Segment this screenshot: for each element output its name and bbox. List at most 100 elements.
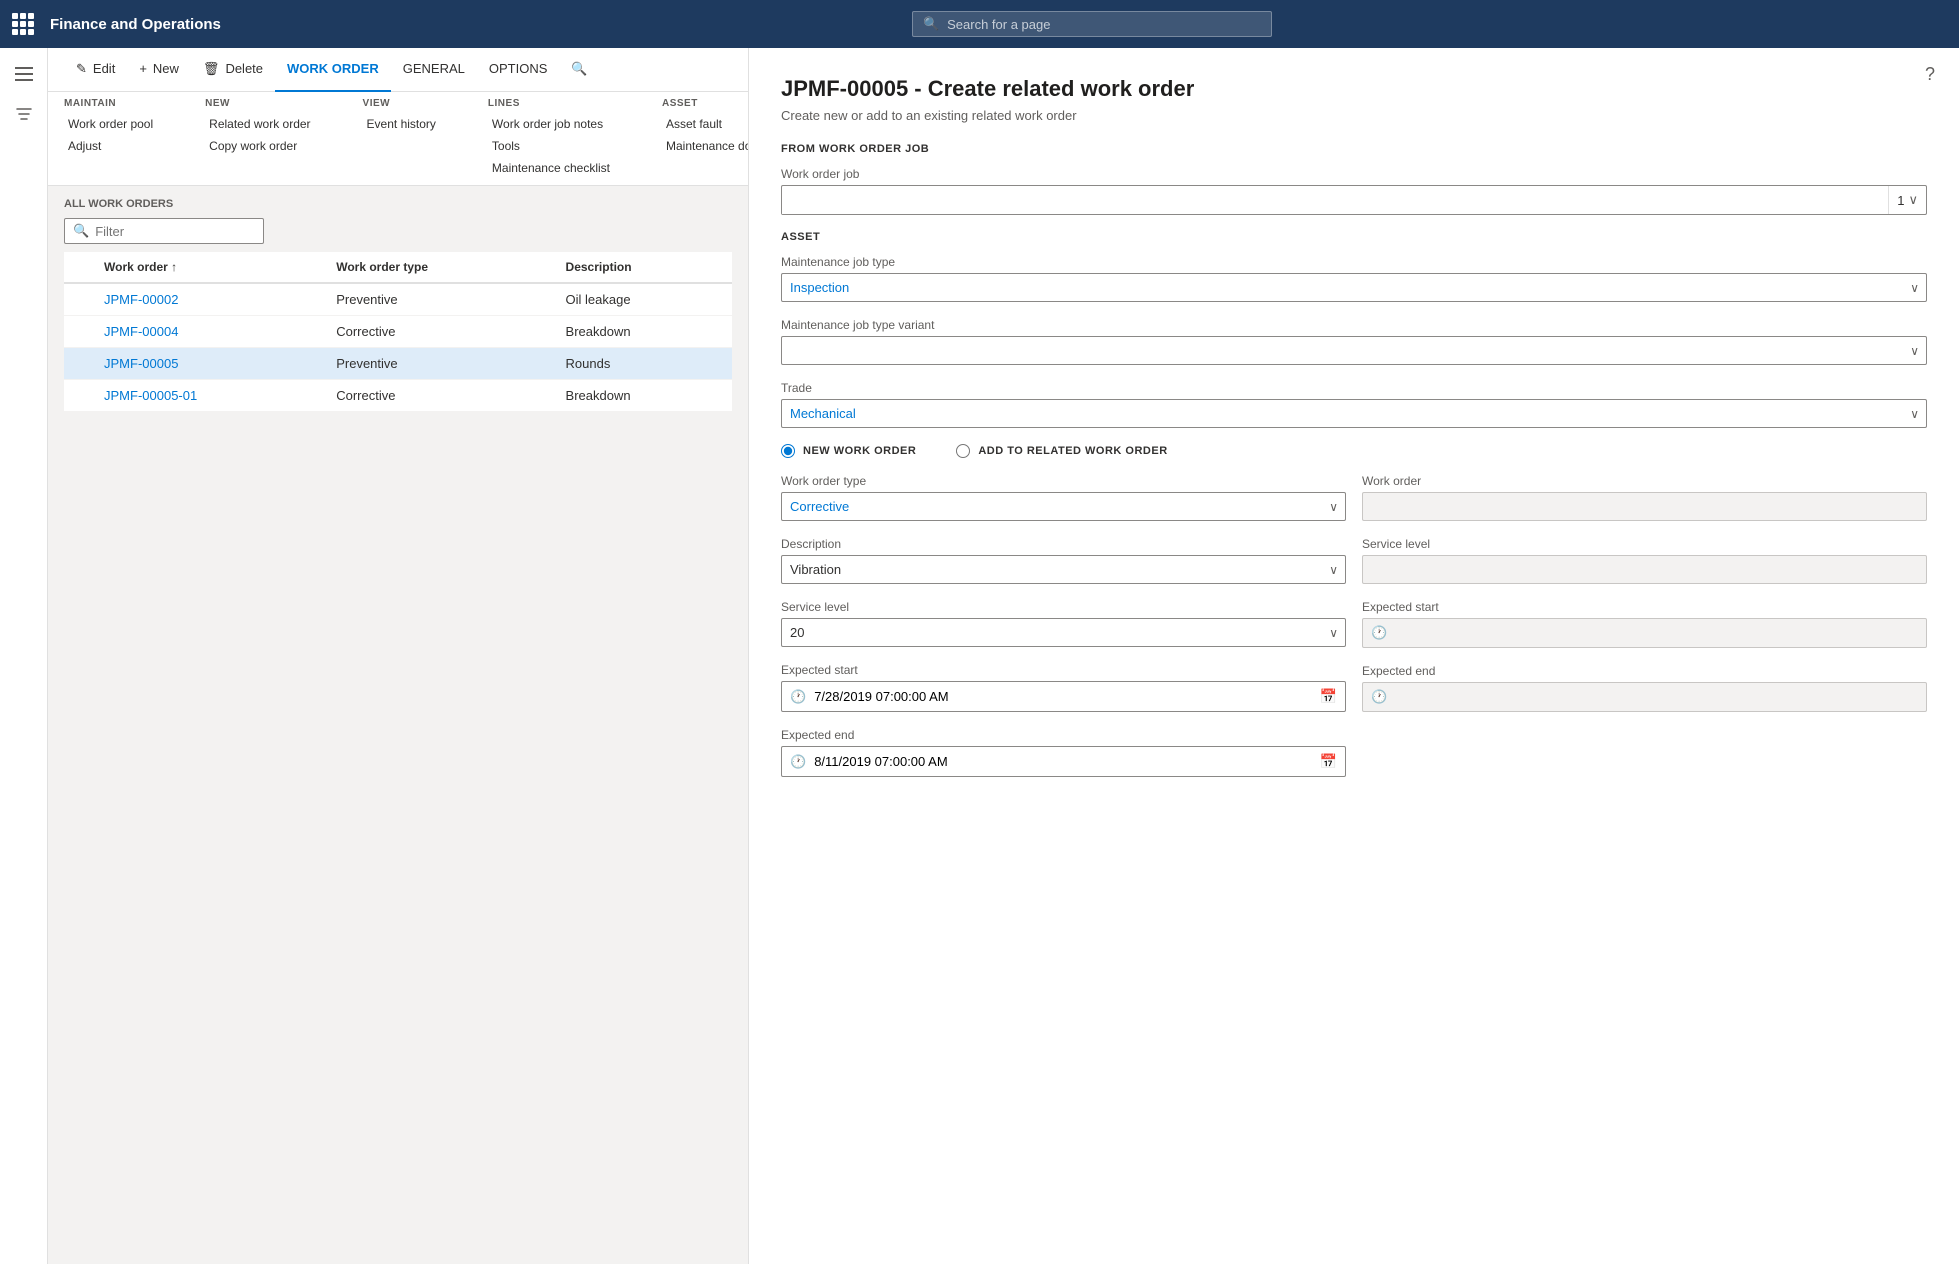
tab-options[interactable]: OPTIONS [477, 48, 560, 92]
trade-select[interactable]: Mechanical Electrical Civil [781, 399, 1927, 428]
wo-job-input-wrap[interactable]: 1 ∨ [781, 185, 1927, 215]
check-column-header [64, 252, 94, 283]
all-work-orders-label: ALL WORK ORDERS [64, 198, 732, 210]
expected-end-left-label: Expected end [781, 728, 1346, 742]
service-level-left-label: Service level [781, 600, 1346, 614]
row-id[interactable]: JPMF-00005 [94, 348, 326, 380]
wo-job-chevron-icon: ∨ [1908, 192, 1918, 208]
expected-end-right-label: Expected end [1362, 664, 1927, 678]
table-row[interactable]: JPMF-00004 Corrective Breakdown [64, 316, 732, 348]
filter-input[interactable] [95, 224, 255, 239]
tab-work-order[interactable]: WORK ORDER [275, 48, 391, 92]
row-desc: Rounds [556, 348, 732, 380]
delete-icon: 🗑 [203, 61, 220, 77]
row-id[interactable]: JPMF-00004 [94, 316, 326, 348]
wo-type-select-wrap[interactable]: Corrective Preventive Inspection ∨ [781, 492, 1346, 521]
maint-job-variant-label: Maintenance job type variant [781, 318, 1927, 332]
description-label: Description [781, 537, 1346, 551]
tools-btn[interactable]: Tools [488, 137, 614, 155]
expected-start-input[interactable] [814, 689, 1311, 704]
radio-new-wo[interactable]: NEW WORK ORDER [781, 444, 916, 458]
asset-section-label: ASSET [781, 231, 1927, 243]
row-desc: Breakdown [556, 316, 732, 348]
clock-icon-3: 🕐 [1371, 625, 1387, 641]
maint-downtime-btn[interactable]: Maintenance dow... [662, 137, 748, 155]
calendar-icon[interactable]: 📅 [1320, 688, 1337, 705]
table-row[interactable]: JPMF-00005-01 Corrective Breakdown [64, 380, 732, 412]
table-row[interactable]: JPMF-00005 Preventive Rounds [64, 348, 732, 380]
radio-new-wo-input[interactable] [781, 444, 795, 458]
radio-new-wo-label: NEW WORK ORDER [803, 445, 916, 457]
adjust-btn[interactable]: Adjust [64, 137, 157, 155]
calendar-icon-2[interactable]: 📅 [1320, 753, 1337, 770]
asset-group-label: ASSET [662, 98, 748, 109]
tab-delete[interactable]: 🗑 Delete [191, 48, 275, 92]
from-wo-section-label: FROM WORK ORDER JOB [781, 143, 1927, 155]
filter-input-wrap[interactable]: 🔍 [64, 218, 264, 244]
maint-job-type-select[interactable]: Inspection Corrective Preventive [781, 273, 1927, 302]
filter-search-icon: 🔍 [73, 223, 89, 239]
event-history-btn[interactable]: Event history [363, 115, 440, 133]
wo-right-label: Work order [1362, 474, 1927, 488]
wo-job-notes-btn[interactable]: Work order job notes [488, 115, 614, 133]
row-desc: Oil leakage [556, 283, 732, 316]
clock-icon-2: 🕐 [790, 754, 806, 770]
wo-job-input[interactable] [782, 187, 1888, 214]
tab-search[interactable]: 🔍 [559, 48, 599, 92]
wo-job-label: Work order job [781, 167, 1927, 181]
copy-work-order-btn[interactable]: Copy work order [205, 137, 314, 155]
description-column-header[interactable]: Description [556, 252, 732, 283]
service-level-right-label: Service level [1362, 537, 1927, 551]
filter-icon[interactable] [6, 96, 42, 132]
work-order-type-column-header[interactable]: Work order type [326, 252, 555, 283]
tab-edit[interactable]: ✎ Edit [64, 48, 127, 92]
tab-new[interactable]: + New [127, 48, 191, 92]
radio-add-to-related[interactable]: ADD TO RELATED WORK ORDER [956, 444, 1167, 458]
trade-select-wrap[interactable]: Mechanical Electrical Civil ∨ [781, 399, 1927, 428]
edit-icon: ✎ [76, 61, 87, 77]
grid-icon[interactable] [12, 13, 34, 35]
row-id[interactable]: JPMF-00002 [94, 283, 326, 316]
related-work-order-btn[interactable]: Related work order [205, 115, 314, 133]
dialog-title: JPMF-00005 - Create related work order [781, 76, 1927, 102]
expected-end-right-wrap: 🕐 [1362, 682, 1927, 712]
row-id[interactable]: JPMF-00005-01 [94, 380, 326, 412]
table-row[interactable]: JPMF-00002 Preventive Oil leakage [64, 283, 732, 316]
expected-end-right-input [1395, 690, 1918, 705]
expected-start-left-label: Expected start [781, 663, 1346, 677]
row-check [64, 380, 94, 412]
clock-icon: 🕐 [790, 689, 806, 705]
work-order-column-header[interactable]: Work order ↑ [94, 252, 326, 283]
asset-fault-btn[interactable]: Asset fault [662, 115, 748, 133]
work-order-pool-btn[interactable]: Work order pool [64, 115, 157, 133]
wo-type-select[interactable]: Corrective Preventive Inspection [781, 492, 1346, 521]
service-level-select-wrap[interactable]: 20 10 30 ∨ [781, 618, 1346, 647]
maint-job-variant-select-wrap[interactable]: ∨ [781, 336, 1927, 365]
expected-start-right-input [1395, 626, 1918, 641]
row-desc: Breakdown [556, 380, 732, 412]
dialog-subtitle: Create new or add to an existing related… [781, 108, 1927, 123]
expected-end-input[interactable] [814, 754, 1311, 769]
row-check [64, 283, 94, 316]
search-placeholder: Search for a page [947, 17, 1050, 32]
wo-job-number: 1 ∨ [1888, 186, 1926, 214]
expected-start-input-wrap[interactable]: 🕐 📅 [781, 681, 1346, 712]
maint-checklist-btn[interactable]: Maintenance checklist [488, 159, 614, 177]
radio-add-to-related-input[interactable] [956, 444, 970, 458]
expected-start-right-wrap: 🕐 [1362, 618, 1927, 648]
service-level-select[interactable]: 20 10 30 [781, 618, 1346, 647]
maint-job-variant-select[interactable] [781, 336, 1927, 365]
search-bar[interactable]: 🔍 Search for a page [912, 11, 1272, 37]
help-icon[interactable]: ? [1925, 64, 1935, 85]
tab-general[interactable]: GENERAL [391, 48, 477, 92]
new-group-label: NEW [205, 98, 314, 109]
service-level-right-input [1362, 555, 1927, 584]
new-icon: + [139, 61, 147, 76]
hamburger-icon[interactable] [6, 56, 42, 92]
wo-type-label: Work order type [781, 474, 1346, 488]
description-select[interactable]: Vibration Breakdown Oil leakage [781, 555, 1346, 584]
maint-job-type-select-wrap[interactable]: Inspection Corrective Preventive ∨ [781, 273, 1927, 302]
expected-end-input-wrap[interactable]: 🕐 📅 [781, 746, 1346, 777]
description-select-wrap[interactable]: Vibration Breakdown Oil leakage ∨ [781, 555, 1346, 584]
row-check [64, 348, 94, 380]
